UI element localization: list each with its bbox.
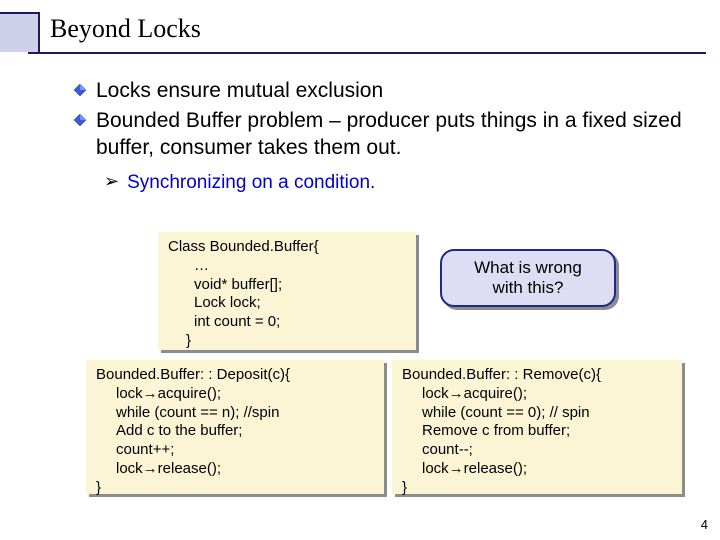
page-number: 4 bbox=[701, 517, 708, 532]
code-line: } bbox=[96, 479, 101, 496]
code-line: void* buffer[]; bbox=[168, 276, 406, 295]
sub-bullet-text: Synchronizing on a condition. bbox=[127, 171, 375, 195]
code-line: Remove c from buffer; bbox=[402, 422, 672, 441]
diamond-bullet-icon bbox=[74, 114, 86, 126]
code-line: lock→acquire(); bbox=[402, 385, 672, 404]
slide: Beyond Locks Locks ensure mutual exclusi… bbox=[0, 0, 720, 540]
triangle-bullet-icon: ➢ bbox=[104, 171, 119, 193]
title-ornament-square bbox=[0, 12, 40, 52]
code-line: Lock lock; bbox=[168, 294, 406, 313]
code-line: count--; bbox=[402, 441, 672, 460]
code-line: } bbox=[168, 332, 406, 351]
code-line: lock→acquire(); bbox=[96, 385, 374, 404]
title-bar: Beyond Locks bbox=[28, 12, 706, 54]
code-line: … bbox=[168, 257, 406, 276]
bullet-item: Bounded Buffer problem – producer puts t… bbox=[74, 108, 690, 161]
code-line: while (count == 0); // spin bbox=[402, 404, 672, 423]
code-line: lock→release(); bbox=[402, 460, 672, 479]
code-line: Bounded.Buffer: : Deposit(c){ bbox=[96, 366, 290, 383]
code-box-remove: Bounded.Buffer: : Remove(c){ lock→acquir… bbox=[392, 360, 682, 494]
code-line: Add c to the buffer; bbox=[96, 422, 374, 441]
code-line: Bounded.Buffer: : Remove(c){ bbox=[402, 366, 601, 383]
diamond-bullet-icon bbox=[74, 84, 86, 96]
sub-bullet-item: ➢ Synchronizing on a condition. bbox=[104, 171, 690, 195]
code-box-class-decl: Class Bounded.Buffer{ … void* buffer[]; … bbox=[158, 232, 416, 350]
code-line: } bbox=[402, 479, 407, 496]
code-line: while (count == n); //spin bbox=[96, 404, 374, 423]
bullet-text: Bounded Buffer problem – producer puts t… bbox=[96, 108, 690, 161]
code-box-deposit: Bounded.Buffer: : Deposit(c){ lock→acqui… bbox=[86, 360, 384, 494]
code-line: int count = 0; bbox=[168, 313, 406, 332]
bullet-text: Locks ensure mutual exclusion bbox=[96, 78, 383, 104]
callout-question: What is wrong with this? bbox=[440, 249, 616, 307]
code-line: count++; bbox=[96, 441, 374, 460]
slide-body: Locks ensure mutual exclusion Bounded Bu… bbox=[74, 78, 690, 209]
code-line: Class Bounded.Buffer{ bbox=[168, 238, 319, 255]
slide-title: Beyond Locks bbox=[28, 12, 706, 44]
bullet-item: Locks ensure mutual exclusion bbox=[74, 78, 690, 104]
code-line: lock→release(); bbox=[96, 460, 374, 479]
